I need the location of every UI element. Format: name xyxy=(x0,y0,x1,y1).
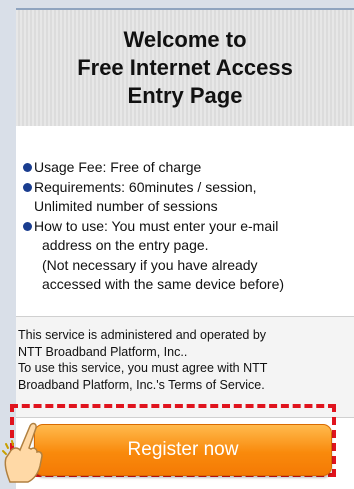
how-to-use-text-cont-2: (Not necessary if you have already xyxy=(42,256,258,273)
page-title: Welcome to Free Internet Access Entry Pa… xyxy=(77,26,293,110)
pointing-hand-icon xyxy=(2,422,43,483)
admin-line-2: NTT Broadband Platform, Inc.. xyxy=(18,344,188,359)
list-item-requirements: Requirements: 60minutes / session, Unlim… xyxy=(22,178,284,217)
title-line-2: Free Internet Access xyxy=(77,55,293,80)
bullet-dot-icon xyxy=(23,182,32,192)
requirements-text: Requirements: 60minutes / session, xyxy=(34,178,257,195)
usage-fee-text: Usage Fee: Free of charge xyxy=(34,159,202,175)
register-now-button[interactable]: Register now xyxy=(34,424,332,476)
requirements-text-cont: Unlimited number of sessions xyxy=(34,198,218,214)
register-highlight-box: Register now xyxy=(10,404,336,477)
title-line-3: Entry Page xyxy=(127,83,243,108)
title-line-1: Welcome to xyxy=(123,27,247,52)
admin-text: This service is administered and operate… xyxy=(18,327,267,393)
info-list: Usage Fee: Free of charge Requirements: … xyxy=(22,158,284,295)
how-to-use-text-cont-3: accessed with the same device before) xyxy=(42,276,285,292)
list-item-usage-fee: Usage Fee: Free of charge xyxy=(22,158,284,178)
bullet-dot-icon xyxy=(23,221,32,231)
admin-notice: This service is administered and operate… xyxy=(16,316,354,418)
how-to-use-text: How to use: You must enter your e-mail xyxy=(34,217,279,234)
page-header: Welcome to Free Internet Access Entry Pa… xyxy=(16,10,354,127)
admin-line-3: To use this service, you must agree with… xyxy=(18,361,268,375)
list-item-how-to-use: How to use: You must enter your e-mail a… xyxy=(22,217,284,295)
admin-line-1: This service is administered and operate… xyxy=(18,328,267,342)
bullet-dot-icon xyxy=(23,163,32,172)
info-section: Usage Fee: Free of charge Requirements: … xyxy=(16,126,354,316)
admin-line-4: Broadband Platform, Inc.'s Terms of Serv… xyxy=(18,377,265,392)
how-to-use-text-cont-1: address on the entry page. xyxy=(42,237,209,253)
